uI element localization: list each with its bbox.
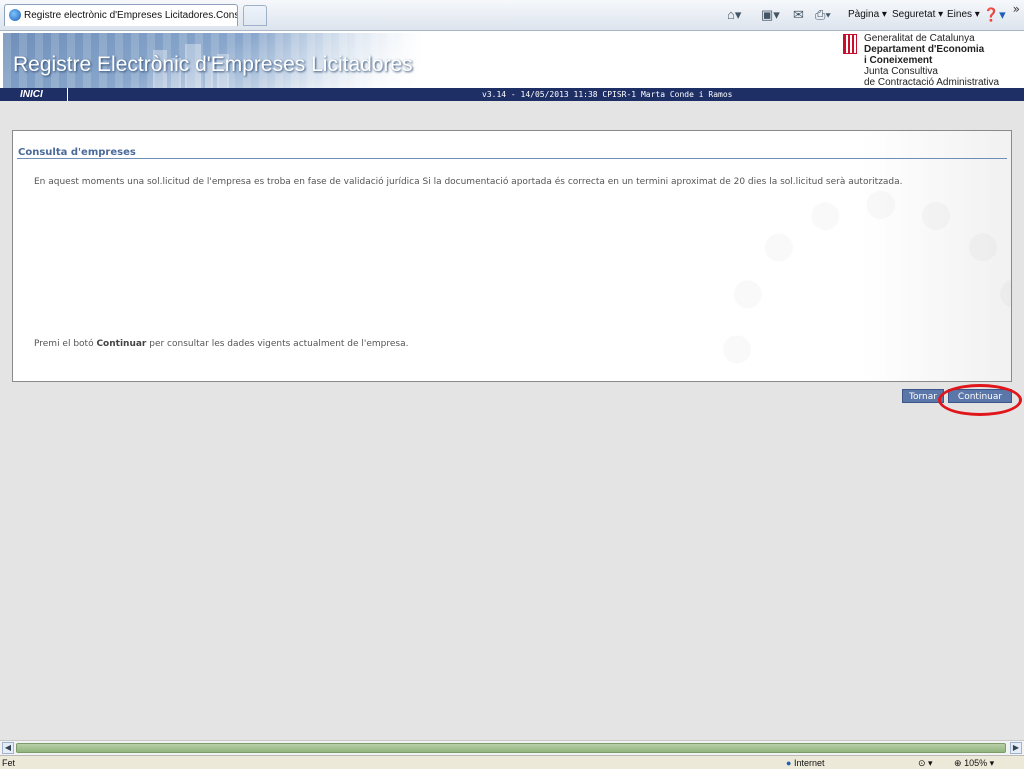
tools-menu[interactable]: Eines ▾ [947,7,980,23]
more-commands-icon[interactable]: » [1013,2,1020,16]
banner-image: Registre Electrònic d'Empreses Licitador… [3,33,423,88]
status-message: En aquest moments una sol.licitud de l'e… [34,177,903,187]
site-title: Registre Electrònic d'Empreses Licitador… [13,53,413,76]
protected-mode-icon[interactable]: ⊙ ▾ [918,758,933,769]
help-icon[interactable]: ❓▾ [983,7,1006,23]
zoom-level[interactable]: ⊕ 105% ▾ [954,758,994,769]
tab-active[interactable]: Registre electrònic d'Empreses Licitador… [4,4,238,26]
status-text: Fet [2,758,16,768]
mail-icon[interactable]: ✉ [793,7,804,23]
scroll-right-icon[interactable]: ▶ [1010,742,1022,754]
new-tab-button[interactable] [243,5,267,26]
nav-home-link[interactable]: INICI [20,88,68,101]
nav-bar: INICI v3.14 - 14/05/2013 11:38 CPISR-1 M… [0,88,1024,101]
org-department: Departament d'Economia [864,44,985,55]
instruction-text: Premi el botó Continuar per consultar le… [34,339,409,349]
scrollbar-thumb[interactable] [16,743,1006,753]
ie-icon [9,9,21,21]
home-icon[interactable]: ⌂▾ [727,7,741,23]
page-menu[interactable]: Pàgina ▾ [848,7,887,23]
printer-icon[interactable]: ⎙▾ [815,7,831,23]
browser-toolbar: Registre electrònic d'Empreses Licitador… [0,0,1024,31]
horizontal-scrollbar[interactable]: ◀ ▶ [0,740,1024,755]
generalitat-logo [843,34,857,54]
globe-icon: ● [786,758,792,768]
continue-button[interactable]: Continuar [948,389,1012,403]
org-unit: Junta Consultiva [864,66,938,77]
zoom-icon: ⊕ [954,758,962,768]
security-menu[interactable]: Seguretat ▾ [892,7,943,23]
status-bar: Fet ● Internet ⊙ ▾ ⊕ 105% ▾ [0,755,1024,769]
org-unit-2: de Contractació Administrativa [864,77,1000,88]
version-info: v3.14 - 14/05/2013 11:38 CPISR-1 Marta C… [482,90,733,99]
security-zone: ● Internet [786,758,825,768]
instruction-button-name: Continuar [96,339,147,349]
site-banner: Registre Electrònic d'Empreses Licitador… [0,31,1024,89]
tab-title: Registre electrònic d'Empreses Licitador… [24,10,237,21]
section-divider [17,158,1007,159]
gear-watermark-icon [723,191,1011,381]
rss-icon[interactable]: ▣▾ [761,7,780,23]
org-department-2: i Coneixement [864,55,933,66]
section-title: Consulta d'empreses [18,147,136,158]
scroll-left-icon[interactable]: ◀ [2,742,14,754]
back-button[interactable]: Tornar [902,389,944,403]
content-panel: Consulta d'empreses En aquest moments un… [12,130,1012,382]
org-name: Generalitat de Catalunya [864,33,975,44]
